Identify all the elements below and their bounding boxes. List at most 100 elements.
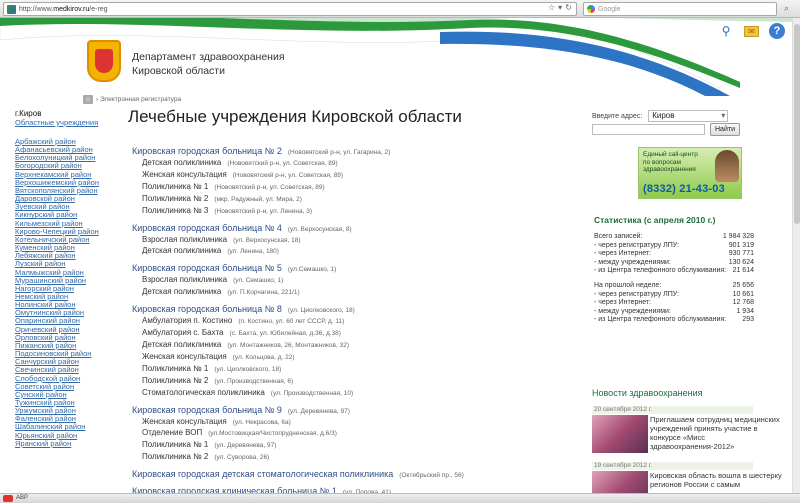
stats-label: - через регистратуру ЛПУ: xyxy=(594,290,680,298)
news-link[interactable]: Приглашаем сотрудниц медицинских учрежде… xyxy=(650,415,790,451)
sub-unit-address: (ул. Кольцова, д. 22) xyxy=(232,353,295,361)
sub-unit-address: (ул. Некрасова, 6а) xyxy=(232,418,291,426)
hospital-name-link[interactable]: Кировская городская больница № 8 xyxy=(132,304,282,315)
sub-unit-link[interactable]: Взрослая поликлиника xyxy=(142,235,227,246)
call-center-phone: (8332) 21-43-03 xyxy=(643,183,725,195)
hospital-row: Кировская городская детская стоматологич… xyxy=(132,469,587,481)
address-input[interactable] xyxy=(592,124,705,135)
sub-unit-link[interactable]: Женская консультация xyxy=(142,170,227,181)
city-name[interactable]: г.Киров xyxy=(15,109,111,118)
department-name[interactable]: Департамент здравоохранения Кировской об… xyxy=(132,50,285,78)
stats-value: 10 661 xyxy=(732,290,754,298)
hospital-name-link[interactable]: Кировская городская больница № 9 xyxy=(132,405,282,416)
sub-unit-address: (ул. Верхосунская, 18) xyxy=(233,236,301,244)
hospital-name-link[interactable]: Кировская городская больница № 5 xyxy=(132,263,282,274)
sub-unit-link[interactable]: Амбулатория с. Бахта xyxy=(142,328,224,339)
sub-unit-link[interactable]: Взрослая поликлиника xyxy=(142,275,227,286)
sub-unit-link[interactable]: Детская поликлиника xyxy=(142,246,221,257)
sub-unit-link[interactable]: Поликлиника № 1 xyxy=(142,182,208,193)
news-title[interactable]: Новости здравоохранения xyxy=(592,388,702,398)
scroll-thumb[interactable] xyxy=(794,24,800,224)
city-select[interactable]: Киров xyxy=(648,110,729,122)
sub-unit-link[interactable]: Женская консультация xyxy=(142,417,227,428)
web-search-box[interactable]: Google xyxy=(583,2,777,16)
sub-unit-link[interactable]: Поликлиника № 2 xyxy=(142,194,208,205)
hospital-row: Кировская городская больница № 8 (ул. Цио… xyxy=(132,304,587,316)
sub-unit-link[interactable]: Амбулатория п. Костино xyxy=(142,316,232,327)
sub-unit-link[interactable]: Детская поликлиника xyxy=(142,158,221,169)
sub-unit-row: Поликлиника № 2 (мкр. Радужный, ул. Мира,… xyxy=(132,194,587,206)
url-path: /e-reg xyxy=(89,5,108,13)
sub-unit-link[interactable]: Поликлиника № 3 xyxy=(142,206,208,217)
sub-unit-row: Женская консультация (Нововятский р-н, ул… xyxy=(132,170,587,182)
sub-unit-link[interactable]: Детская поликлиника xyxy=(142,287,221,298)
sub-unit-link[interactable]: Поликлиника № 2 xyxy=(142,376,208,387)
hospital-row: Кировская городская больница № 2 (Нововят… xyxy=(132,146,587,158)
reload-icon[interactable]: ↻ xyxy=(565,3,572,12)
news-date: 20 сентября 2012 г. xyxy=(592,406,753,414)
hospital-block: Кировская городская детская стоматологич… xyxy=(132,469,587,481)
stats-label: - из Центра телефонного обслуживания: xyxy=(594,267,727,275)
sub-unit-link[interactable]: Стоматологическая поликлиника xyxy=(142,388,265,399)
stats-label: - через Интернет: xyxy=(594,299,652,307)
sub-unit-address: (Нововятский р-н, ул. Советская, 89) xyxy=(232,171,344,179)
page-scrollbar[interactable] xyxy=(792,18,800,493)
stats-row: - через Интернет: 12 768 xyxy=(594,299,754,308)
sub-unit-row: Поликлиника № 3 (Нововятский р-н, ул. Лен… xyxy=(132,206,587,218)
sub-unit-row: Поликлиника № 2 (ул. Суворова, 26) xyxy=(132,452,587,464)
search-placeholder: Google xyxy=(598,5,621,13)
hospital-row: Кировская городская больница № 5 (ул.Сема… xyxy=(132,263,587,275)
sub-unit-link[interactable]: Поликлиника № 2 xyxy=(142,452,208,463)
sub-unit-address: (с. Бахта, ул. Юбилейная, д.36, д.38) xyxy=(229,330,341,338)
sub-unit-address: (ул. Циолковского, 18) xyxy=(214,365,282,373)
sub-unit-row: Амбулатория с. Бахта (с. Бахта, ул. Юбиле… xyxy=(132,328,587,340)
find-button[interactable]: Найти xyxy=(710,123,740,136)
search-icon[interactable]: ⌕ xyxy=(784,3,789,14)
sub-unit-link[interactable]: Поликлиника № 1 xyxy=(142,364,208,375)
regional-institutions-link[interactable]: Областные учреждения xyxy=(15,118,111,127)
news-link[interactable]: Кировская область вошла в шестерку регио… xyxy=(650,471,790,489)
mail-icon[interactable]: ✉ xyxy=(744,26,759,37)
adblock-icon[interactable] xyxy=(3,495,13,502)
call-center-banner[interactable]: Единый call-центр по вопросам здравоохра… xyxy=(638,147,742,199)
call-center-line-2: по вопросам xyxy=(643,158,682,166)
sub-unit-link[interactable]: Поликлиника № 1 xyxy=(142,440,208,451)
help-icon[interactable]: ? xyxy=(769,23,785,39)
address-bar[interactable]: http://www.medkirov.ru/e-reg xyxy=(3,2,577,16)
stats-row: На прошлой неделе: 25 656 xyxy=(594,282,754,291)
hospital-address: (ул. Деревянева, 97) xyxy=(287,407,350,415)
url-prefix: http://www. xyxy=(19,5,54,13)
sub-unit-link[interactable]: Детская поликлиника xyxy=(142,340,221,351)
site-favicon-icon xyxy=(7,4,16,14)
hospital-name-link[interactable]: Кировская городская детская стоматологич… xyxy=(132,469,393,480)
dropdown-icon[interactable]: ▾ xyxy=(558,3,562,12)
home-icon[interactable]: ⌂ xyxy=(83,95,93,104)
address-label: Введите адрес: xyxy=(592,112,643,120)
sub-unit-row: Поликлиника № 1 (ул. Деревянева, 97) xyxy=(132,440,587,452)
district-link[interactable]: Яранский район xyxy=(15,439,111,448)
news-image[interactable] xyxy=(592,415,648,453)
header-icons: ⚲ ✉ ? xyxy=(718,23,785,39)
sub-unit-address: (ул. Монтажников, 26, Монтажников, 32) xyxy=(227,341,350,349)
hospital-address: (Нововятский р-н, ул. Гагарина, 2) xyxy=(287,149,391,156)
sub-unit-link[interactable]: Женская консультация xyxy=(142,352,227,363)
news-date: 19 сентября 2012 г. xyxy=(592,462,753,470)
sub-unit-row: Женская консультация (ул. Кольцова, д. 22… xyxy=(132,352,587,364)
sub-unit-address: (п. Костино, ул. 60 лет СССР, д. 11) xyxy=(238,318,345,326)
stats-value: 130 624 xyxy=(728,258,754,266)
sub-unit-address: (ул. Суворова, 26) xyxy=(214,454,270,462)
hospital-block: Кировская городская больница № 2 (Нововят… xyxy=(132,146,587,218)
address-search: Введите адрес: Киров xyxy=(592,110,729,122)
stats-value: 1 984 328 xyxy=(722,233,754,240)
stats-label: Всего записей: xyxy=(594,233,643,240)
hospital-name-link[interactable]: Кировская городская больница № 2 xyxy=(132,146,282,157)
breadcrumb: ⌂ › Электронная регистратура xyxy=(83,95,181,104)
stats-title: Статистика (с апреля 2010 г.) xyxy=(594,215,716,225)
hospital-name-link[interactable]: Кировская городская больница № 4 xyxy=(132,223,282,234)
sub-unit-row: Взрослая поликлиника (ул. Семашко, 1) xyxy=(132,275,587,287)
kirov-emblem-logo[interactable] xyxy=(87,40,121,82)
stats-row: - через Интернет: 930 771 xyxy=(594,250,754,259)
sub-unit-link[interactable]: Отделение ВОП xyxy=(142,428,202,439)
star-icon[interactable]: ☆ xyxy=(548,3,555,12)
magnifier-icon[interactable]: ⚲ xyxy=(718,23,734,39)
